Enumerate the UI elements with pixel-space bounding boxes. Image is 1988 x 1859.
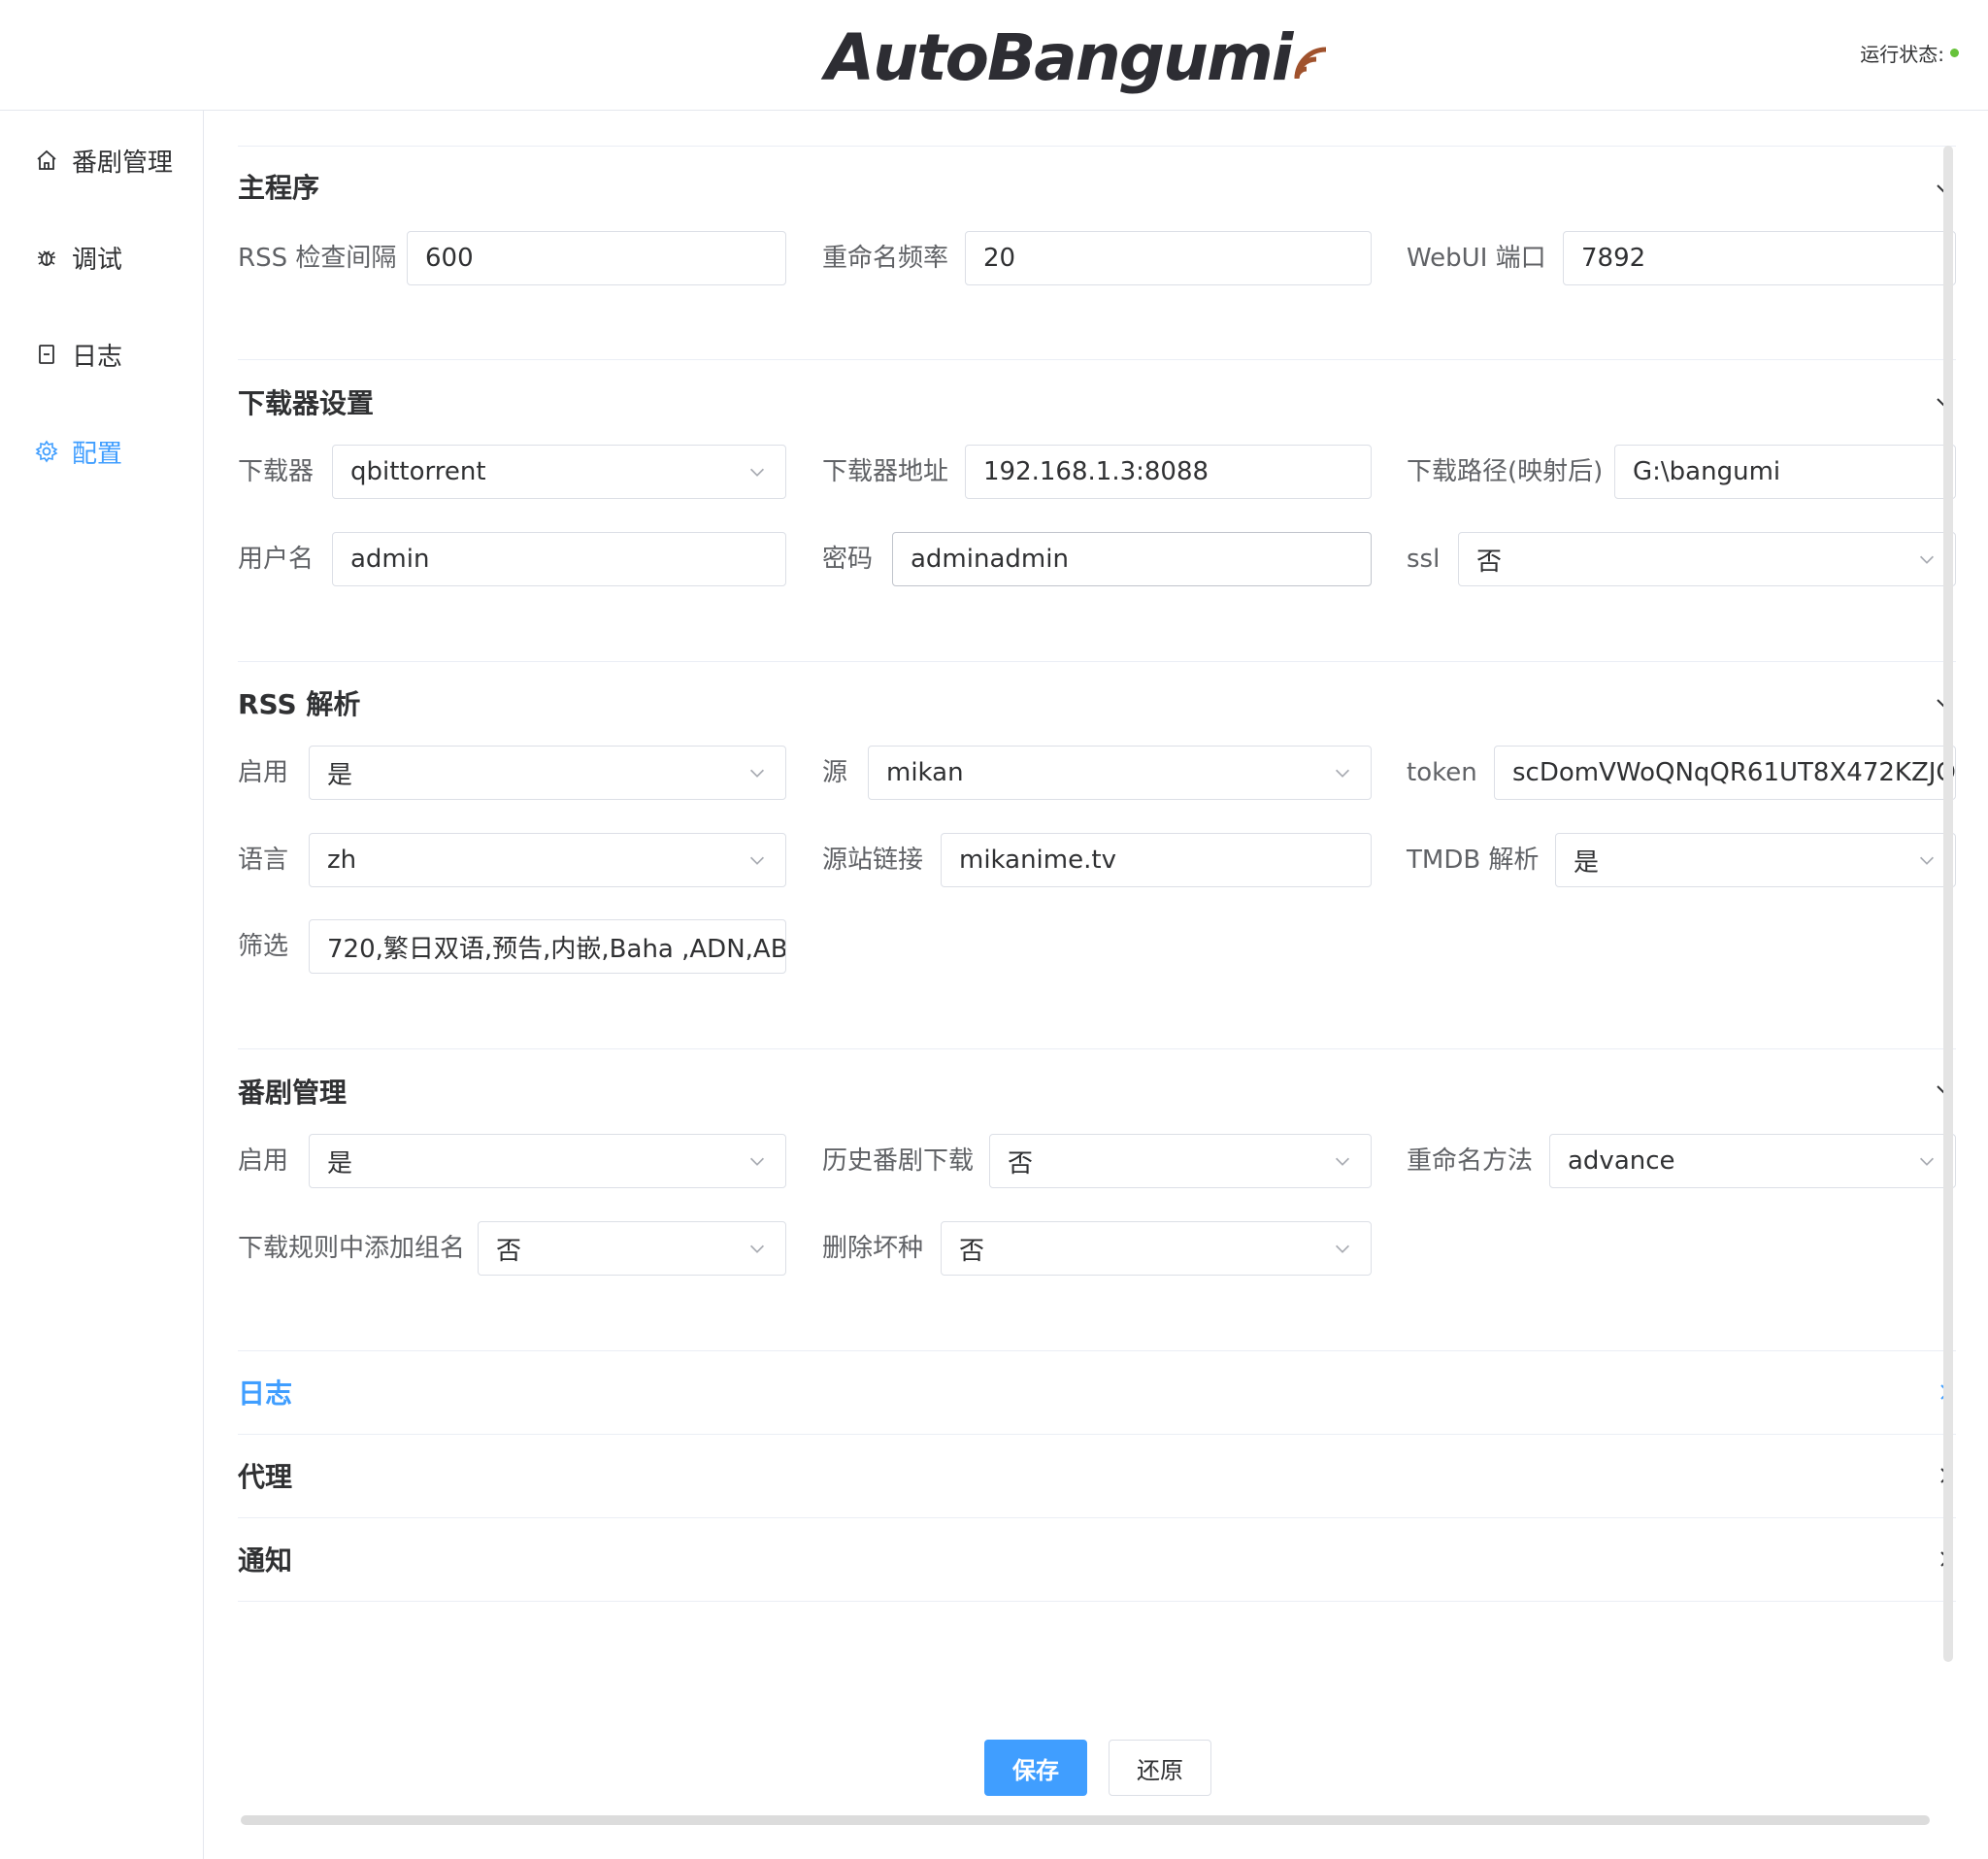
filter-label: 筛选 [238, 932, 289, 961]
download-path-label: 下载路径(映射后) [1407, 457, 1604, 486]
webui-port-input[interactable]: 7892 [1563, 231, 1956, 285]
chevron-down-icon [1919, 1157, 1935, 1166]
horizontal-scrollbar[interactable] [241, 1815, 1930, 1825]
language-select[interactable]: zh [309, 833, 786, 887]
divider [238, 1350, 1956, 1351]
status-indicator-icon [1950, 49, 1959, 57]
vertical-scrollbar[interactable] [1943, 146, 1953, 1662]
tmdb-select[interactable]: 是 [1555, 833, 1956, 887]
section-title-notification[interactable]: 通知 [238, 1540, 292, 1578]
token-label: token [1407, 758, 1477, 787]
sidebar-item-config[interactable]: 配置 [33, 427, 122, 476]
filter-input[interactable]: 720,繁日双语,预告,内嵌,Baha ,ADN,ABEMA [309, 919, 786, 974]
token-input[interactable]: scDomVWoQNqQR61UT8X472KZJO [1494, 746, 1956, 800]
chevron-down-icon [1335, 769, 1350, 778]
chevron-down-icon [1919, 555, 1935, 564]
app-header: AutoBangumi 运行状态: [0, 0, 1988, 111]
divider [238, 661, 1956, 662]
divider [238, 359, 1956, 360]
run-status: 运行状态: [1860, 39, 1959, 67]
tmdb-label: TMDB 解析 [1407, 846, 1540, 875]
section-title-downloader[interactable]: 下载器设置 [238, 382, 374, 421]
rss-source-label: 源 [822, 758, 848, 787]
sidebar-item-debug[interactable]: 调试 [33, 233, 122, 282]
delete-bad-torrent-label: 删除坏种 [822, 1234, 924, 1263]
source-link-label: 源站链接 [822, 846, 924, 875]
run-status-label: 运行状态: [1860, 43, 1944, 66]
group-tag-select[interactable]: 否 [478, 1221, 786, 1276]
downloader-select[interactable]: qbittorrent [332, 445, 786, 499]
rss-source-select[interactable]: mikan [868, 746, 1372, 800]
chevron-down-icon [1335, 1245, 1350, 1253]
broadcast-icon [1294, 47, 1327, 80]
chevron-down-icon [749, 1245, 765, 1253]
reset-button[interactable]: 还原 [1109, 1740, 1211, 1796]
home-icon [33, 147, 60, 174]
sidebar: 番剧管理 调试 日志 配置 [0, 111, 204, 1859]
divider [238, 1048, 1956, 1049]
sidebar-item-label: 配置 [72, 439, 123, 469]
sidebar-item-label: 番剧管理 [72, 148, 174, 178]
downloader-label: 下载器 [238, 457, 315, 486]
app-logo: AutoBangumi [825, 14, 1332, 101]
gear-icon [33, 438, 60, 465]
downloader-host-label: 下载器地址 [822, 457, 949, 486]
divider [238, 1434, 1956, 1435]
username-label: 用户名 [238, 545, 315, 574]
bug-icon [33, 244, 60, 271]
sidebar-item-log[interactable]: 日志 [33, 330, 122, 379]
section-title-log[interactable]: 日志 [238, 1373, 292, 1411]
history-download-label: 历史番剧下载 [822, 1146, 975, 1176]
history-download-select[interactable]: 否 [989, 1134, 1372, 1188]
rss-enable-select[interactable]: 是 [309, 746, 786, 800]
sidebar-item-label: 调试 [72, 245, 123, 275]
downloader-host-input[interactable]: 192.168.1.3:8088 [965, 445, 1372, 499]
divider [238, 1601, 1956, 1602]
password-input[interactable]: adminadmin [892, 532, 1372, 586]
log-icon [33, 341, 60, 368]
logo-text: AutoBangumi [825, 19, 1293, 95]
bangumi-enable-label: 启用 [238, 1146, 289, 1176]
divider [238, 146, 1956, 147]
delete-bad-torrent-select[interactable]: 否 [941, 1221, 1372, 1276]
chevron-down-icon [749, 1157, 765, 1166]
ssl-label: ssl [1407, 545, 1441, 574]
ssl-select[interactable]: 否 [1458, 532, 1956, 586]
section-title-bangumi-manage[interactable]: 番剧管理 [238, 1072, 347, 1111]
divider [238, 1517, 1956, 1518]
rss-interval-input[interactable]: 600 [407, 231, 786, 285]
rename-freq-label: 重命名频率 [822, 244, 949, 273]
rename-method-label: 重命名方法 [1407, 1146, 1534, 1176]
chevron-down-icon [749, 856, 765, 865]
language-label: 语言 [238, 846, 289, 875]
sidebar-item-label: 日志 [72, 342, 123, 372]
download-path-input[interactable]: G:\bangumi [1614, 445, 1956, 499]
rename-freq-input[interactable]: 20 [965, 231, 1372, 285]
section-title-proxy[interactable]: 代理 [238, 1456, 292, 1495]
chevron-down-icon [749, 468, 765, 477]
bangumi-enable-select[interactable]: 是 [309, 1134, 786, 1188]
rename-method-select[interactable]: advance [1549, 1134, 1956, 1188]
rss-enable-label: 启用 [238, 758, 289, 787]
chevron-down-icon [1919, 856, 1935, 865]
rss-interval-label: RSS 检查间隔 [238, 244, 397, 273]
chevron-down-icon [1335, 1157, 1350, 1166]
section-title-rss-parser[interactable]: RSS 解析 [238, 683, 360, 722]
username-input[interactable]: admin [332, 532, 786, 586]
chevron-down-icon [749, 769, 765, 778]
section-title-main[interactable]: 主程序 [238, 167, 319, 206]
source-link-input[interactable]: mikanime.tv [941, 833, 1372, 887]
password-label: 密码 [822, 545, 874, 574]
config-form: 主程序 RSS 检查间隔 600 重命名频率 20 WebUI 端口 7892 … [238, 146, 1956, 1660]
sidebar-item-bangumi[interactable]: 番剧管理 [33, 136, 173, 184]
webui-port-label: WebUI 端口 [1407, 244, 1546, 273]
save-button[interactable]: 保存 [984, 1740, 1087, 1796]
group-tag-label: 下载规则中添加组名 [238, 1234, 466, 1263]
